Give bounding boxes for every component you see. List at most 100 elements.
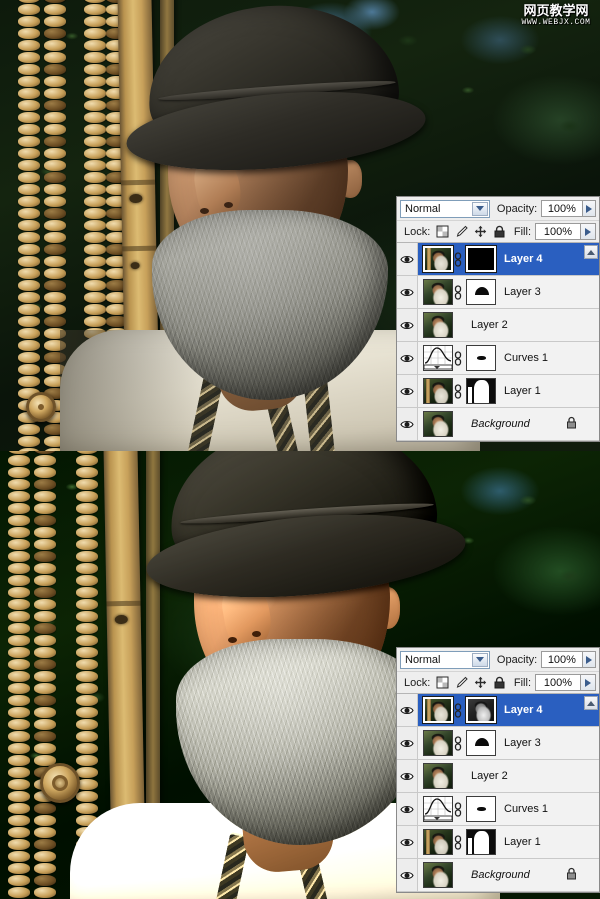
layer-visibility-toggle[interactable]	[397, 309, 418, 341]
layer-visibility-toggle[interactable]	[397, 694, 418, 726]
lock-position-icon[interactable]	[474, 676, 487, 689]
layer-visibility-toggle[interactable]	[397, 760, 418, 792]
opacity-slider-button[interactable]	[582, 200, 597, 217]
bead-medallion-b	[40, 763, 80, 803]
layer-row[interactable]: Layer 2	[397, 309, 599, 342]
link-mask-icon[interactable]	[453, 702, 463, 718]
layer-thumbnail[interactable]	[423, 378, 453, 404]
opacity-input[interactable]: 100%	[541, 651, 583, 668]
bead	[34, 635, 56, 646]
fill-input[interactable]: 100%	[535, 223, 581, 240]
layer-mask-thumbnail[interactable]	[466, 279, 496, 305]
eye-icon	[400, 772, 414, 780]
layer-visibility-toggle[interactable]	[397, 826, 418, 858]
layer-mask-thumbnail[interactable]	[466, 796, 496, 822]
fill-slider-button[interactable]	[581, 674, 596, 691]
chevron-down-icon[interactable]	[471, 652, 488, 667]
bead	[8, 695, 30, 706]
lock-transparent-pixels-icon[interactable]	[436, 676, 449, 689]
layer-row[interactable]: Layer 4	[397, 694, 599, 727]
fill-input[interactable]: 100%	[535, 674, 581, 691]
layer-visibility-toggle[interactable]	[397, 276, 418, 308]
layer-thumbnail[interactable]	[423, 411, 453, 437]
layer-row[interactable]: Layer 4	[397, 243, 599, 276]
layer-thumbnail[interactable]	[423, 862, 453, 888]
layer-visibility-toggle[interactable]	[397, 375, 418, 407]
bead	[8, 455, 30, 466]
lock-all-icon[interactable]	[493, 676, 506, 689]
bead	[76, 731, 98, 742]
lock-position-icon[interactable]	[474, 225, 487, 238]
layer-row[interactable]: Curves 1	[397, 342, 599, 375]
curves-adjustment-thumbnail[interactable]	[423, 796, 453, 822]
bead	[76, 575, 98, 586]
bead	[44, 124, 66, 135]
layer-thumbnail[interactable]	[422, 696, 454, 724]
layer-row[interactable]: Layer 2	[397, 760, 599, 793]
curves-adjustment-thumbnail[interactable]	[423, 345, 453, 371]
bead	[18, 112, 40, 123]
layer-visibility-toggle[interactable]	[397, 793, 418, 825]
layer-thumbnail[interactable]	[423, 730, 453, 756]
blend-mode-select[interactable]: Normal	[400, 199, 490, 218]
chevron-down-icon[interactable]	[471, 201, 488, 216]
bead	[76, 803, 98, 814]
bead	[18, 268, 40, 279]
layer-mask-thumbnail[interactable]	[466, 730, 496, 756]
bead	[8, 539, 30, 550]
bead	[44, 256, 66, 267]
bead	[84, 40, 106, 51]
layer-mask-thumbnail[interactable]	[465, 245, 497, 273]
fill-slider-button[interactable]	[581, 223, 596, 240]
layer-row[interactable]: Layer 1	[397, 375, 599, 408]
link-mask-icon[interactable]	[453, 251, 463, 267]
lock-all-icon[interactable]	[493, 225, 506, 238]
layer-visibility-toggle[interactable]	[397, 342, 418, 374]
layer-visibility-toggle[interactable]	[397, 408, 418, 440]
layer-row[interactable]: Curves 1	[397, 793, 599, 826]
layer-visibility-toggle[interactable]	[397, 727, 418, 759]
layer-visibility-toggle[interactable]	[397, 859, 418, 891]
bead-medallion-2	[26, 392, 56, 422]
bead	[76, 647, 98, 658]
layer-mask-thumbnail[interactable]	[466, 378, 496, 404]
layer-thumbnail[interactable]	[423, 312, 453, 338]
layers-panel-top[interactable]: Normal Opacity: 100% Lock: Fill: 100% Layer 4L…	[396, 196, 600, 442]
blend-mode-value: Normal	[405, 202, 441, 215]
layer-row[interactable]: Layer 3	[397, 727, 599, 760]
bead	[84, 304, 106, 315]
link-mask-icon[interactable]	[453, 801, 463, 817]
bead	[76, 611, 98, 622]
layer-visibility-toggle[interactable]	[397, 243, 418, 275]
opacity-slider-button[interactable]	[582, 651, 597, 668]
layer-mask-thumbnail[interactable]	[465, 696, 497, 724]
layer-row[interactable]: Background	[397, 859, 599, 892]
layers-panel-bottom[interactable]: Normal Opacity: 100% Lock: Fill: 100% Layer 4L…	[396, 647, 600, 893]
opacity-input[interactable]: 100%	[541, 200, 583, 217]
link-mask-icon[interactable]	[453, 284, 463, 300]
scroll-up-arrow[interactable]	[584, 696, 598, 710]
layer-thumbnail[interactable]	[423, 279, 453, 305]
blend-mode-select[interactable]: Normal	[400, 650, 490, 669]
layer-mask-thumbnail[interactable]	[466, 829, 496, 855]
layer-row[interactable]: Background	[397, 408, 599, 441]
lock-image-pixels-icon[interactable]	[455, 676, 469, 689]
lock-transparent-pixels-icon[interactable]	[436, 225, 449, 238]
layer-thumbnail[interactable]	[423, 829, 453, 855]
lock-image-pixels-icon[interactable]	[455, 225, 469, 238]
bead	[8, 575, 30, 586]
link-mask-icon[interactable]	[453, 350, 463, 366]
link-mask-icon[interactable]	[453, 834, 463, 850]
bead	[34, 623, 56, 634]
layer-thumbnail[interactable]	[422, 245, 454, 273]
bead	[44, 112, 66, 123]
link-mask-icon[interactable]	[453, 383, 463, 399]
bead	[8, 887, 30, 898]
layer-mask-thumbnail[interactable]	[466, 345, 496, 371]
link-mask-icon[interactable]	[453, 735, 463, 751]
layer-row[interactable]: Layer 1	[397, 826, 599, 859]
scroll-up-arrow[interactable]	[584, 245, 598, 259]
layer-row[interactable]: Layer 3	[397, 276, 599, 309]
bead	[76, 491, 98, 502]
layer-thumbnail[interactable]	[423, 763, 453, 789]
